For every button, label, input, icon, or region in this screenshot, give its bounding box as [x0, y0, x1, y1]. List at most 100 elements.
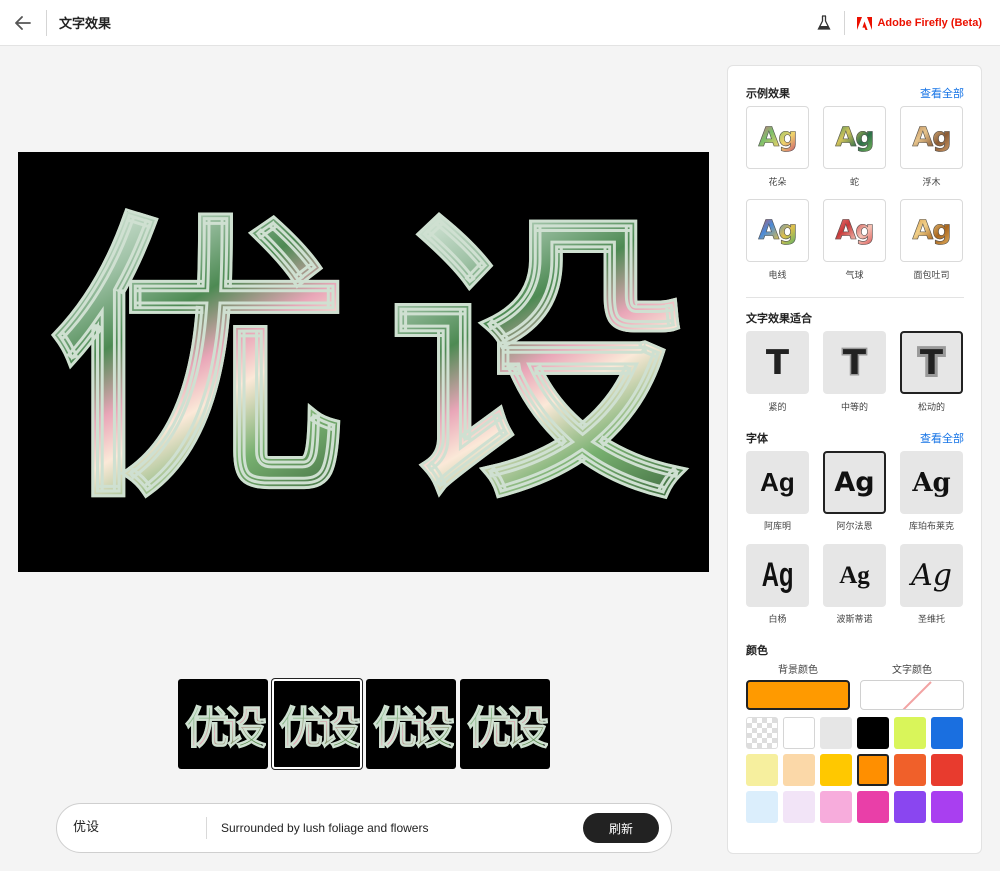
fit-tight-tile[interactable]: T — [746, 331, 809, 394]
swatch-pink[interactable] — [820, 791, 852, 823]
effect-driftwood-tile[interactable]: Ag — [900, 106, 963, 169]
text-color-label: 文字颜色 — [892, 665, 932, 676]
font-acumin-tile[interactable]: Ag — [746, 451, 809, 514]
variation-thumbnail[interactable]: 优设 — [460, 679, 550, 769]
fit-label: 紧的 — [768, 403, 787, 413]
swatch-red[interactable] — [931, 754, 963, 786]
swatch-light-gray[interactable] — [820, 717, 852, 749]
font-preview: Ag — [912, 467, 951, 498]
background-color-label: 背景颜色 — [778, 665, 818, 676]
text-input[interactable]: 优设 — [57, 817, 207, 839]
back-button[interactable] — [0, 0, 46, 46]
font-label: 圣维托 — [917, 615, 945, 625]
effect-flower-tile[interactable]: Ag — [746, 106, 809, 169]
swatch-pale-lilac[interactable] — [783, 791, 815, 823]
effect-label: 花朵 — [768, 178, 787, 188]
fit-loose-tile[interactable]: T — [900, 331, 963, 394]
flask-icon — [817, 15, 832, 30]
color-title: 颜色 — [746, 644, 768, 657]
font-poplar-tile[interactable]: Ag — [746, 544, 809, 607]
section-divider — [746, 297, 964, 298]
swatch-yellow[interactable] — [820, 754, 852, 786]
thumbnail-text: 优设 — [373, 692, 455, 756]
top-bar: 文字效果 Adobe Firefly (Beta) — [0, 0, 1000, 46]
swatch-transparent[interactable] — [746, 717, 778, 749]
swatch-magenta[interactable] — [857, 791, 889, 823]
font-postino-tile[interactable]: Ag — [823, 544, 886, 607]
brand[interactable]: Adobe Firefly (Beta) — [857, 16, 982, 30]
examples-title: 示例效果 — [746, 87, 790, 100]
swatch-lime[interactable] — [894, 717, 926, 749]
variation-thumbnail[interactable]: 优设 — [178, 679, 268, 769]
adobe-logo-icon — [857, 16, 873, 30]
effect-snake-tile[interactable]: Ag — [823, 106, 886, 169]
font-preview: Ag — [760, 467, 795, 497]
font-preview: Ag — [761, 556, 794, 594]
effect-bread-tile[interactable]: Ag — [900, 199, 963, 262]
effect-preview: Ag — [912, 122, 952, 154]
effect-label: 气球 — [845, 271, 864, 281]
effect-label: 浮木 — [922, 178, 941, 188]
fonts-see-all-link[interactable]: 查看全部 — [920, 430, 964, 446]
swatch-pale-yellow[interactable] — [746, 754, 778, 786]
effect-preview: Ag — [835, 122, 875, 154]
variation-thumbnail[interactable]: 优设 — [366, 679, 456, 769]
fit-preview: T — [841, 341, 867, 384]
swatch-peach[interactable] — [783, 754, 815, 786]
font-sanvito-tile[interactable]: Ag — [900, 544, 963, 607]
swatch-blue[interactable] — [931, 717, 963, 749]
prompt-input[interactable]: Surrounded by lush foliage and flowers — [207, 821, 583, 835]
refresh-button[interactable]: 刷新 — [583, 813, 659, 843]
fit-preview: T — [917, 340, 946, 386]
header-divider-right — [844, 11, 846, 35]
variation-thumbnail-selected[interactable]: 优设 — [272, 679, 362, 769]
effect-wire-tile[interactable]: Ag — [746, 199, 809, 262]
fit-preview: T — [765, 342, 790, 383]
settings-panel: 示例效果 查看全部 Ag Ag Ag 花朵 蛇 浮木 Ag Ag Ag 电线 气… — [727, 65, 982, 854]
brand-name: Adobe Firefly (Beta) — [877, 17, 982, 29]
font-preview: Ag — [911, 558, 952, 593]
no-color-icon — [902, 681, 932, 709]
thumbnail-text: 优设 — [185, 692, 267, 756]
prompt-bar: 优设 Surrounded by lush foliage and flower… — [56, 803, 672, 853]
font-preview: Ag — [839, 561, 870, 589]
swatch-pale-blue[interactable] — [746, 791, 778, 823]
thumbnail-text: 优设 — [467, 692, 549, 756]
arrow-left-icon — [15, 15, 31, 30]
swatch-red-orange[interactable] — [894, 754, 926, 786]
font-alfarn-tile[interactable]: Ag — [823, 451, 886, 514]
canvas-character-1: 优 — [47, 185, 350, 538]
font-preview: Ag — [834, 467, 875, 498]
header-divider — [46, 9, 47, 36]
canvas-character-2: 设 — [387, 185, 690, 538]
fit-title: 文字效果适合 — [746, 312, 812, 325]
generated-image-canvas: 优 设 — [18, 152, 709, 572]
swatch-violet[interactable] — [894, 791, 926, 823]
swatch-white[interactable] — [783, 717, 815, 749]
effect-label: 电线 — [768, 271, 787, 281]
variation-thumbnails: 优设 优设 优设 优设 — [178, 679, 550, 769]
thumbnail-text: 优设 — [279, 692, 361, 756]
font-cooper-tile[interactable]: Ag — [900, 451, 963, 514]
labs-button[interactable] — [812, 11, 836, 35]
swatch-black[interactable] — [857, 717, 889, 749]
text-color-selector[interactable] — [860, 680, 964, 710]
background-color-selector[interactable] — [746, 680, 850, 710]
font-label: 阿库明 — [763, 522, 791, 532]
fit-label: 中等的 — [840, 403, 868, 413]
effect-label: 蛇 — [849, 178, 859, 188]
effect-preview: Ag — [758, 215, 798, 247]
effect-preview: Ag — [912, 215, 952, 247]
effect-preview: Ag — [758, 122, 798, 154]
font-title: 字体 — [746, 432, 768, 445]
examples-see-all-link[interactable]: 查看全部 — [920, 85, 964, 101]
swatch-purple[interactable] — [931, 791, 963, 823]
page-title: 文字效果 — [59, 17, 112, 32]
effect-label: 面包吐司 — [913, 271, 950, 281]
font-label: 库珀布莱克 — [908, 522, 954, 532]
font-label: 阿尔法恩 — [836, 522, 873, 532]
font-label: 白杨 — [768, 615, 787, 625]
effect-balloon-tile[interactable]: Ag — [823, 199, 886, 262]
swatch-orange-selected[interactable] — [857, 754, 889, 786]
fit-medium-tile[interactable]: T — [823, 331, 886, 394]
